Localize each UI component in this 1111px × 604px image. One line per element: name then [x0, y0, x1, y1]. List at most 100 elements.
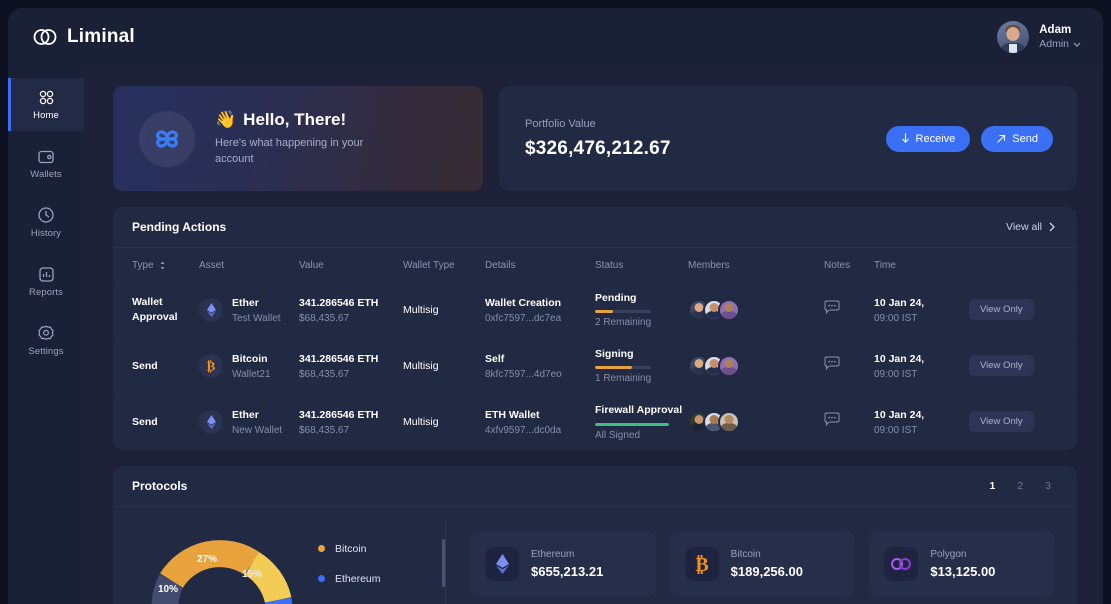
page-1-button[interactable]: 1 — [989, 480, 995, 492]
user-name: Adam — [1039, 24, 1072, 37]
table-row[interactable]: Send Ether New Wallet 341.286546 ETH $68… — [113, 393, 1077, 450]
table-row[interactable]: Wallet Approval Ether Test Wallet 341.28… — [113, 280, 1077, 338]
protocol-name: Bitcoin — [730, 548, 761, 560]
cell-asset: Ether Test Wallet — [199, 296, 299, 324]
sidebar-item-wallets[interactable]: Wallets — [8, 137, 84, 190]
status-progress-bar — [595, 422, 669, 426]
brand-name: Liminal — [67, 26, 135, 47]
receive-label: Receive — [915, 132, 956, 145]
avatar — [718, 298, 740, 321]
protocol-name: Ethereum — [531, 548, 575, 560]
sidebar-item-home[interactable]: Home — [8, 78, 84, 131]
brand-logo[interactable]: Liminal — [32, 26, 135, 48]
legend-scrollbar[interactable] — [442, 538, 445, 587]
legend-item-ethereum: Ethereum — [318, 573, 445, 585]
time-date: 10 Jan 24, — [874, 352, 925, 365]
app-root: Liminal Adam Admin Home Wallets History … — [0, 0, 1111, 604]
time-date: 10 Jan 24, — [874, 408, 925, 421]
sidebar-item-reports[interactable]: Reports — [8, 255, 84, 308]
waving-hand-icon: 👋 — [215, 109, 237, 129]
arrow-up-right-icon — [997, 134, 1006, 143]
protocol-card-ethereum[interactable]: Ethereum $655,213.21 — [470, 530, 656, 597]
protocols-header: Protocols 1 2 3 — [113, 466, 1077, 507]
legend-item-bitcoin: Bitcoin — [318, 543, 445, 555]
column-header-wallet-type: Wallet Type — [403, 260, 455, 271]
receive-button[interactable]: Receive — [885, 125, 971, 152]
ethereum-icon — [485, 546, 519, 581]
asset-wallet: New Wallet — [232, 425, 283, 437]
cell-members[interactable] — [688, 354, 824, 377]
legend-dot-icon — [318, 545, 325, 553]
chat-bubble-icon[interactable] — [824, 300, 840, 315]
view-only-button[interactable]: View Only — [969, 411, 1034, 433]
legend-label: Bitcoin — [335, 542, 367, 555]
column-header-status: Status — [595, 260, 624, 271]
column-header-type[interactable]: Type — [113, 248, 199, 282]
page-3-button[interactable]: 3 — [1045, 480, 1051, 492]
top-bar: Liminal Adam Admin — [8, 8, 1103, 66]
portfolio-value: $326,476,212.67 — [525, 137, 671, 159]
cell-wallet-type: Multisig — [403, 415, 439, 428]
venn-circles-icon — [32, 27, 58, 47]
bitcoin-icon: ₿ — [199, 353, 223, 378]
sort-updown-icon[interactable] — [159, 261, 166, 270]
column-header-value: Value — [299, 260, 324, 271]
chat-bubble-icon[interactable] — [824, 412, 840, 427]
page-title: Pending Actions — [132, 220, 227, 234]
details-title: Wallet Creation — [485, 296, 562, 309]
protocols-body: 27% 15% 10% Bitcoin Ethereum Do — [113, 507, 1077, 604]
protocol-value: $189,256.00 — [730, 563, 803, 579]
portfolio-card: Portfolio Value $326,476,212.67 Receive — [499, 86, 1077, 191]
protocol-card-polygon[interactable]: Polygon $13,125.00 — [869, 530, 1056, 597]
cell-asset: ₿ Bitcoin Wallet21 — [199, 352, 299, 380]
column-header-asset: Asset — [199, 260, 225, 271]
chevron-down-icon[interactable] — [1073, 42, 1081, 47]
cell-members[interactable] — [688, 298, 824, 321]
asset-name: Bitcoin — [232, 352, 268, 365]
pending-actions-card: Pending Actions View all Type Asset Valu… — [113, 207, 1077, 450]
details-hash: 8kfc7597...4d7eo — [485, 368, 562, 380]
cell-type: Wallet Approval — [132, 296, 178, 323]
view-only-button[interactable]: View Only — [969, 355, 1034, 377]
bitcoin-icon: ₿ — [684, 546, 719, 581]
user-menu[interactable]: Adam Admin — [997, 21, 1081, 53]
pending-actions-header: Pending Actions View all — [113, 207, 1077, 248]
app-shell: Liminal Adam Admin Home Wallets History … — [8, 8, 1103, 604]
table-row[interactable]: Send ₿ Bitcoin Wallet21 341.286546 ETH $… — [113, 337, 1077, 394]
protocol-card-bitcoin[interactable]: ₿ Bitcoin $189,256.00 — [669, 530, 856, 597]
chart-label-polygon: 10% — [158, 583, 179, 595]
table-body: Wallet Approval Ether Test Wallet 341.28… — [113, 280, 1077, 450]
value-fiat: $68,435.67 — [299, 312, 350, 324]
time-clock: 09:00 IST — [874, 368, 918, 380]
welcome-subtitle: Here's what happening in your account — [215, 136, 364, 165]
cell-type: Send — [132, 415, 158, 428]
value-amount: 341.286546 ETH — [299, 296, 379, 309]
value-fiat: $68,435.67 — [299, 425, 350, 437]
sidebar-item-settings[interactable]: Settings — [8, 314, 84, 367]
user-role: Admin — [1039, 38, 1081, 51]
welcome-text: 👋 Hello, There! Here's what happening in… — [215, 110, 367, 168]
protocols-donut-chart: 27% 15% 10% — [135, 521, 310, 604]
avatar — [718, 410, 740, 433]
cell-members[interactable] — [688, 410, 824, 433]
details-title: Self — [485, 352, 505, 365]
sidebar-item-label: Wallets — [30, 168, 62, 180]
status-sub: 1 Remaining — [595, 373, 652, 385]
view-only-button[interactable]: View Only — [969, 299, 1034, 321]
time-date: 10 Jan 24, — [874, 296, 925, 309]
portfolio-actions: Receive Send — [885, 125, 1053, 152]
portfolio-summary: Portfolio Value $326,476,212.67 — [525, 118, 671, 160]
portfolio-label: Portfolio Value — [525, 117, 596, 130]
sidebar-item-label: History — [30, 228, 62, 239]
column-header-action — [969, 248, 1077, 282]
avatar — [997, 21, 1030, 53]
table-header: Type Asset Value Wallet Type Details Sta… — [113, 248, 1077, 282]
protocols-legend: Bitcoin Ethereum Doge Coin — [318, 520, 446, 604]
asset-name: Ether — [232, 296, 259, 309]
page-2-button[interactable]: 2 — [1017, 480, 1023, 492]
sidebar: Home Wallets History Reports Settings — [8, 66, 84, 604]
view-all-link[interactable]: View all — [1006, 221, 1055, 233]
send-button[interactable]: Send — [981, 125, 1053, 152]
chat-bubble-icon[interactable] — [824, 356, 840, 371]
sidebar-item-history[interactable]: History — [8, 196, 84, 249]
